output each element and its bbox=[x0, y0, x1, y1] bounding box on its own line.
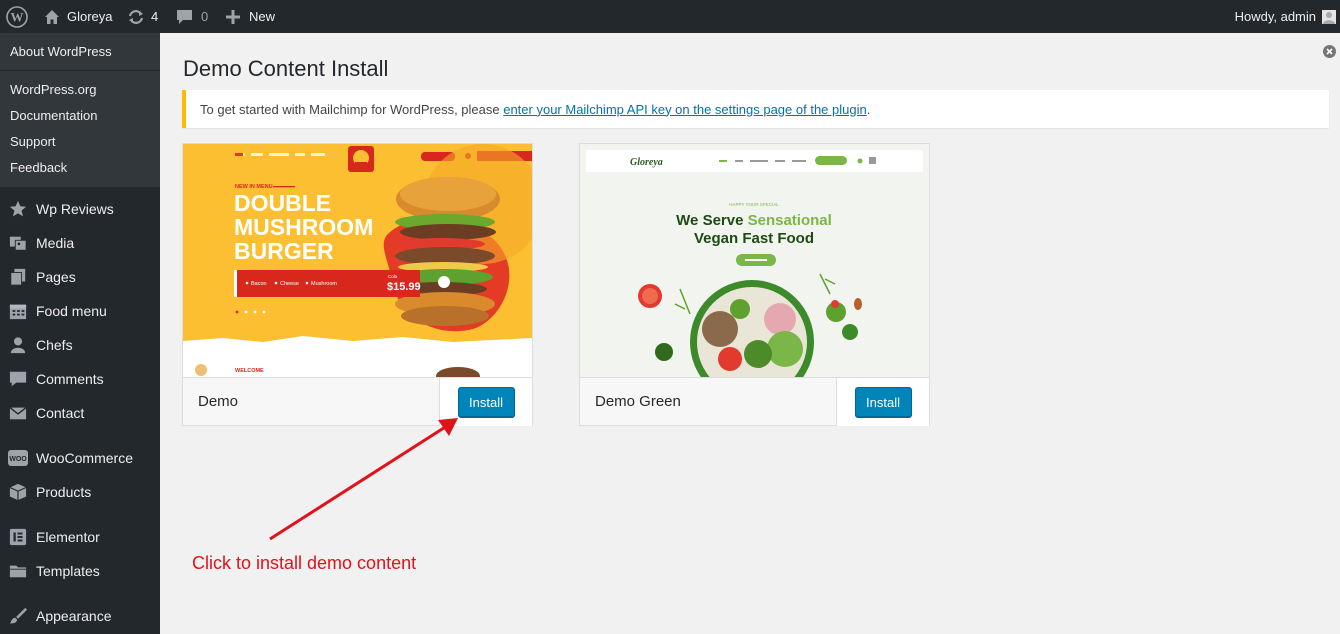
sidebar-item-woocommerce[interactable]: WOO WooCommerce bbox=[0, 441, 160, 475]
star-icon bbox=[0, 200, 36, 218]
new-content-link[interactable]: New bbox=[226, 0, 275, 33]
sidebar-item-products[interactable]: Products bbox=[0, 475, 160, 509]
sidebar-item-wp-reviews[interactable]: Wp Reviews bbox=[0, 192, 160, 226]
submenu-about-wordpress[interactable]: About WordPress bbox=[10, 44, 112, 59]
sidebar-item-media[interactable]: Media bbox=[0, 226, 160, 260]
sidebar-item-pages[interactable]: Pages bbox=[0, 260, 160, 294]
sidebar-item-chefs[interactable]: Chefs bbox=[0, 328, 160, 362]
sidebar-item-elementor[interactable]: Elementor bbox=[0, 520, 160, 554]
home-icon bbox=[45, 9, 59, 24]
comments-link[interactable]: 0 bbox=[176, 0, 208, 33]
mail-icon bbox=[0, 404, 36, 422]
submenu-support[interactable]: Support bbox=[10, 134, 56, 149]
annotation-arrow bbox=[269, 418, 458, 541]
comment-bubble-icon bbox=[177, 9, 192, 24]
folder-icon bbox=[0, 563, 36, 579]
updates-icon bbox=[128, 9, 144, 24]
user-icon bbox=[0, 336, 36, 354]
sidebar-item-label: Media bbox=[36, 235, 75, 251]
site-name: Gloreya bbox=[67, 9, 113, 24]
box-icon bbox=[0, 483, 36, 501]
submenu-wordpress-org[interactable]: WordPress.org bbox=[10, 82, 96, 97]
avatar bbox=[1322, 9, 1336, 24]
sidebar-item-label: Comments bbox=[36, 371, 104, 387]
sidebar-item-label: Elementor bbox=[36, 529, 100, 545]
sidebar-item-templates[interactable]: Templates bbox=[0, 554, 160, 588]
svg-text:W: W bbox=[11, 9, 24, 24]
media-icon bbox=[0, 234, 36, 252]
pages-icon bbox=[0, 268, 36, 286]
sidebar-item-label: Templates bbox=[36, 563, 100, 579]
sidebar-item-label: Appearance bbox=[36, 608, 112, 624]
wordpress-logo-icon[interactable]: W bbox=[6, 0, 28, 33]
plus-icon bbox=[226, 9, 240, 24]
sidebar-item-appearance[interactable]: Appearance bbox=[0, 599, 160, 633]
sidebar-item-label: Chefs bbox=[36, 337, 73, 353]
svg-text:WOO: WOO bbox=[9, 456, 27, 463]
sidebar-item-label: Pages bbox=[36, 269, 76, 285]
submenu-divider bbox=[0, 70, 160, 71]
sidebar-item-label: Wp Reviews bbox=[36, 201, 114, 217]
comments-count: 0 bbox=[201, 9, 209, 24]
sidebar-item-food-menu[interactable]: Food menu bbox=[0, 294, 160, 328]
main-content: Demo Content Install To get started with… bbox=[160, 33, 1340, 634]
sidebar-item-label: Products bbox=[36, 484, 92, 500]
updates-link[interactable]: 4 bbox=[127, 0, 158, 33]
brush-icon bbox=[0, 607, 36, 625]
submenu-documentation[interactable]: Documentation bbox=[10, 108, 97, 123]
woocommerce-icon: WOO bbox=[0, 450, 36, 466]
sidebar-item-label: Food menu bbox=[36, 303, 107, 319]
new-label: New bbox=[249, 9, 276, 24]
admin-sidebar: About WordPress WordPress.org Documentat… bbox=[0, 33, 160, 634]
howdy-text: Howdy, admin bbox=[1234, 9, 1316, 24]
sidebar-item-comments[interactable]: Comments bbox=[0, 362, 160, 396]
updates-count: 4 bbox=[151, 9, 159, 24]
sidebar-item-label: WooCommerce bbox=[36, 450, 133, 466]
site-name-link[interactable]: Gloreya bbox=[44, 0, 113, 33]
sidebar-item-label: Contact bbox=[36, 405, 85, 421]
calendar-icon bbox=[0, 302, 36, 320]
annotation-text: Click to install demo content bbox=[192, 553, 417, 573]
sidebar-item-contact[interactable]: Contact bbox=[0, 396, 160, 430]
wordpress-submenu: About WordPress WordPress.org Documentat… bbox=[0, 33, 160, 187]
elementor-icon bbox=[0, 528, 36, 546]
account-menu[interactable]: Howdy, admin bbox=[1235, 0, 1336, 33]
admin-bar: W Gloreya 4 0 New Howdy, admin bbox=[0, 0, 1340, 33]
submenu-feedback[interactable]: Feedback bbox=[10, 160, 67, 175]
comment-icon bbox=[0, 370, 36, 388]
